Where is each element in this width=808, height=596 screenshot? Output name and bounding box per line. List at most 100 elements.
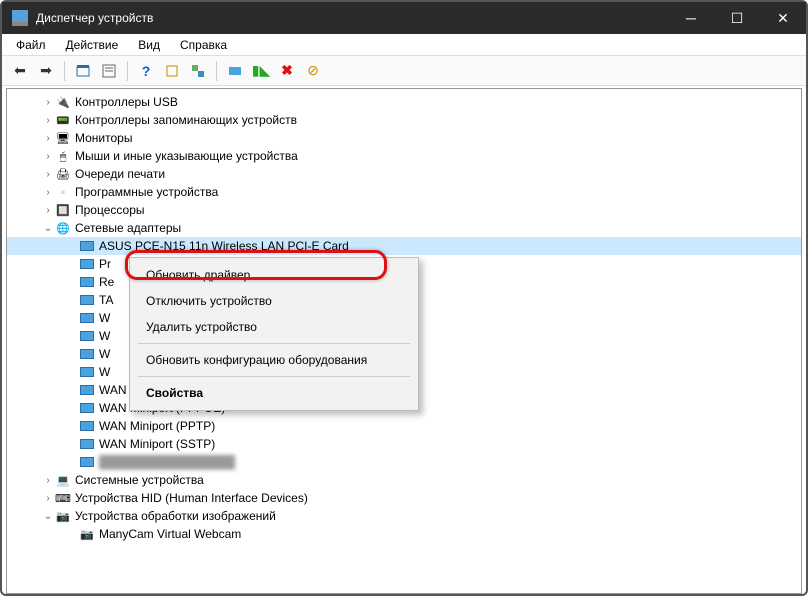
category-label: Мыши и иные указывающие устройства: [75, 149, 298, 163]
category-label: Контроллеры USB: [75, 95, 178, 109]
adapter-icon: [79, 239, 95, 253]
adapter-icon: [79, 329, 95, 343]
tree-category[interactable]: › Контроллеры запоминающих устройств: [7, 111, 801, 129]
tree-category[interactable]: › Процессоры: [7, 201, 801, 219]
category-label: Процессоры: [75, 203, 145, 217]
minimize-button[interactable]: ─: [668, 2, 714, 34]
close-button[interactable]: ✕: [760, 2, 806, 34]
ctx-separator: [138, 376, 410, 377]
expander-icon[interactable]: ›: [41, 97, 55, 108]
tree-category[interactable]: › Системные устройства: [7, 471, 801, 489]
ctx-scan-hardware[interactable]: Обновить конфигурацию оборудования: [132, 347, 416, 373]
tree-item-adapter[interactable]: ASUS PCE-N15 11n Wireless LAN PCI-E Card: [7, 237, 801, 255]
ctx-properties[interactable]: Свойства: [132, 380, 416, 406]
toolbar-btn-1[interactable]: [71, 59, 95, 83]
adapter-icon: [79, 347, 95, 361]
toolbar-btn-2[interactable]: [97, 59, 121, 83]
tree-category[interactable]: › Программные устройства: [7, 183, 801, 201]
category-label: Системные устройства: [75, 473, 204, 487]
device-label: WAN Miniport (SSTP): [99, 437, 215, 451]
menubar: Файл Действие Вид Справка: [2, 34, 806, 56]
device-manager-icon: [12, 10, 28, 26]
expander-icon[interactable]: ⌄: [41, 511, 55, 522]
mouse-icon: [55, 149, 71, 163]
category-label: Контроллеры запоминающих устройств: [75, 113, 297, 127]
device-tree[interactable]: › Контроллеры USB › Контроллеры запоминающи…: [6, 88, 802, 594]
adapter-icon: [79, 257, 95, 271]
context-menu: Обновить драйвер Отключить устройство Уд…: [129, 257, 419, 411]
uninstall-button[interactable]: ✖: [275, 59, 299, 83]
adapter-icon: [79, 311, 95, 325]
tree-category[interactable]: › Контроллеры USB: [7, 93, 801, 111]
toolbar-btn-5[interactable]: ▮◣: [249, 59, 273, 83]
expander-icon[interactable]: ›: [41, 169, 55, 180]
category-label: Очереди печати: [75, 167, 165, 181]
sys-icon: [55, 473, 71, 487]
expander-icon[interactable]: ›: [41, 115, 55, 126]
expander-icon[interactable]: ›: [41, 133, 55, 144]
expander-icon[interactable]: ›: [41, 475, 55, 486]
menu-view[interactable]: Вид: [128, 35, 170, 55]
device-label: W: [99, 365, 110, 379]
category-label: Устройства обработки изображений: [75, 509, 276, 523]
tree-category[interactable]: › Мониторы: [7, 129, 801, 147]
help-button[interactable]: ?: [134, 59, 158, 83]
adapter-icon: [79, 293, 95, 307]
adapter-icon: [79, 365, 95, 379]
scan-hardware-button[interactable]: [223, 59, 247, 83]
expander-icon[interactable]: ⌄: [41, 223, 55, 234]
toolbar-btn-3[interactable]: [160, 59, 184, 83]
titlebar: Диспетчер устройств ─ ☐ ✕: [2, 2, 806, 34]
forward-button[interactable]: ➡: [34, 59, 58, 83]
device-label: W: [99, 311, 110, 325]
ctx-update-driver[interactable]: Обновить драйвер: [132, 262, 416, 288]
device-label: ManyCam Virtual Webcam: [99, 527, 241, 541]
tree-category-network[interactable]: ⌄ Сетевые адаптеры: [7, 219, 801, 237]
cpu-icon: [55, 203, 71, 217]
tree-category[interactable]: › Мыши и иные указывающие устройства: [7, 147, 801, 165]
device-label: W: [99, 329, 110, 343]
expander-icon[interactable]: ›: [41, 205, 55, 216]
tree-category[interactable]: › Очереди печати: [7, 165, 801, 183]
toolbar-btn-4[interactable]: [186, 59, 210, 83]
adapter-icon: [79, 401, 95, 415]
tree-item-adapter[interactable]: WAN Miniport (SSTP): [7, 435, 801, 453]
menu-action[interactable]: Действие: [56, 35, 129, 55]
device-label: W: [99, 347, 110, 361]
category-label: Устройства HID (Human Interface Devices): [75, 491, 308, 505]
device-label: Pr: [99, 257, 111, 271]
imaging-icon: [55, 509, 71, 523]
toolbar-btn-6[interactable]: ⊘: [301, 59, 325, 83]
expander-icon[interactable]: ›: [41, 187, 55, 198]
tree-item-webcam[interactable]: ManyCam Virtual Webcam: [7, 525, 801, 543]
category-label: Сетевые адаптеры: [75, 221, 181, 235]
print-icon: [55, 167, 71, 181]
ctx-remove-device[interactable]: Удалить устройство: [132, 314, 416, 340]
expander-icon[interactable]: ›: [41, 493, 55, 504]
tree-item-adapter[interactable]: ████████████████: [7, 453, 801, 471]
tree-category-imaging[interactable]: ⌄ Устройства обработки изображений: [7, 507, 801, 525]
tree-item-adapter[interactable]: WAN Miniport (PPTP): [7, 417, 801, 435]
toolbar: ⬅ ➡ ? ▮◣ ✖ ⊘: [2, 56, 806, 86]
ctx-separator: [138, 343, 410, 344]
adapter-icon: [79, 383, 95, 397]
device-label: Re: [99, 275, 114, 289]
device-label: ASUS PCE-N15 11n Wireless LAN PCI-E Card: [99, 239, 349, 253]
device-label: ████████████████: [99, 455, 235, 469]
tree-category[interactable]: › Устройства HID (Human Interface Devices…: [7, 489, 801, 507]
back-button[interactable]: ⬅: [8, 59, 32, 83]
adapter-icon: [79, 455, 95, 469]
category-label: Программные устройства: [75, 185, 218, 199]
adapter-icon: [79, 275, 95, 289]
menu-file[interactable]: Файл: [6, 35, 56, 55]
window-title: Диспетчер устройств: [36, 11, 668, 25]
category-label: Мониторы: [75, 131, 132, 145]
adapter-icon: [79, 419, 95, 433]
usb-icon: [55, 95, 71, 109]
ctx-disable-device[interactable]: Отключить устройство: [132, 288, 416, 314]
adapter-icon: [79, 437, 95, 451]
maximize-button[interactable]: ☐: [714, 2, 760, 34]
device-label: WAN Miniport (PPTP): [99, 419, 215, 433]
menu-help[interactable]: Справка: [170, 35, 237, 55]
expander-icon[interactable]: ›: [41, 151, 55, 162]
